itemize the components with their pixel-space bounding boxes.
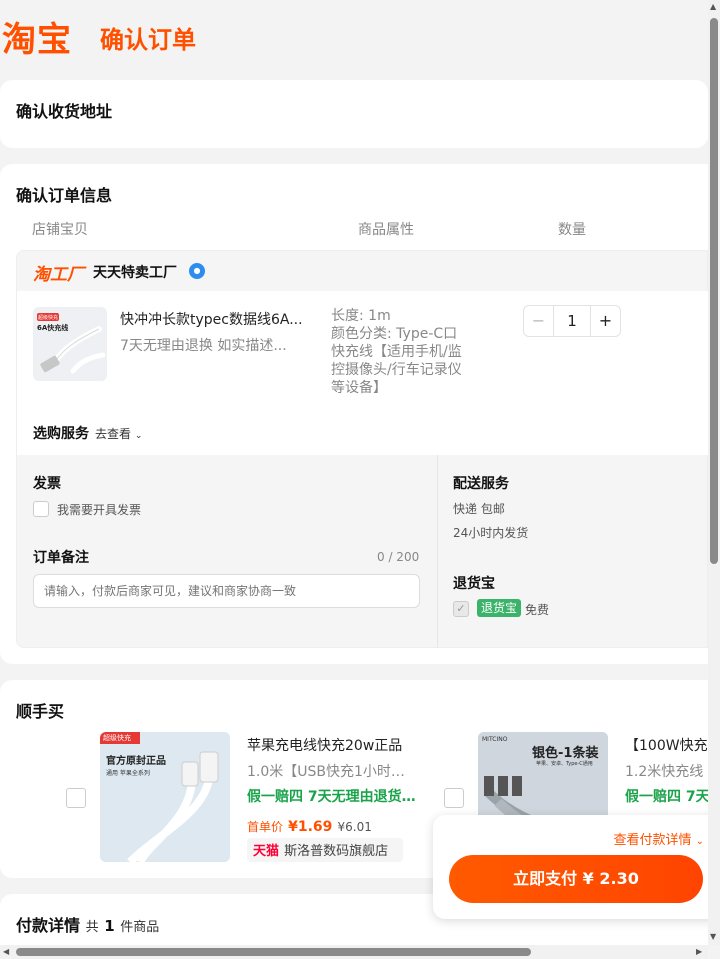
- attr-color: 颜色分类: Type-C口快充线【适用手机/监控摄像头/行车记录仪等设备】: [331, 326, 462, 396]
- item-title[interactable]: 快冲冲长款typec数据线6A...: [120, 309, 305, 329]
- recommend-title-2[interactable]: 【100W快充: [625, 735, 708, 755]
- page-title: 确认订单: [100, 26, 196, 54]
- payment-count-prefix: 共: [85, 920, 99, 935]
- address-title: 确认收货地址: [16, 102, 113, 121]
- quantity-value[interactable]: 1: [554, 306, 590, 336]
- header: 淘宝 确认订单: [0, 0, 708, 80]
- item-row: 超级快充 6A快充线 快冲冲长款typec数据线6A... 7天无理由退换 如实…: [16, 291, 708, 455]
- payment-title: 付款详情: [16, 916, 81, 935]
- address-card: 确认收货地址: [0, 80, 708, 148]
- scroll-up-icon[interactable]: ▲: [710, 2, 716, 12]
- delivery-time: 24小时内发货: [453, 526, 529, 540]
- return-title: 退货宝: [453, 576, 495, 592]
- recommend-title-1[interactable]: 苹果充电线快充20w正品: [247, 735, 402, 755]
- thumb-badge: 超级快充: [38, 315, 59, 321]
- attr-length: 长度: 1m: [331, 308, 391, 324]
- note-title: 订单备注: [33, 550, 89, 566]
- rec1-badge: 超级快充: [103, 734, 131, 742]
- recommend-thumb-1[interactable]: 超级快充 官方原封正品 通用 苹果全系列: [100, 732, 230, 862]
- vertical-scrollbar[interactable]: ▲ ▼: [708, 0, 720, 945]
- pay-detail-link[interactable]: 查看付款详情 ⌄: [613, 829, 704, 848]
- recommend-promo-1: 假一赔四 7天无理由退货...: [247, 789, 417, 805]
- price-label: 首单价: [247, 820, 284, 834]
- delivery-title: 配送服务: [453, 476, 509, 492]
- recommend-promo-2: 假一赔四 7天: [625, 789, 708, 805]
- horizontal-scrollbar[interactable]: ◀ ▶: [0, 945, 708, 959]
- return-badge: 退货宝: [477, 599, 522, 617]
- recommend-sub-1: 1.0米【USB快充1小时充...: [247, 764, 417, 780]
- chevron-down-icon: ⌄: [134, 431, 143, 441]
- pay-detail-text: 查看付款详情: [613, 833, 692, 848]
- order-card: 确认订单信息 店铺宝贝 商品属性 数量 淘工厂 天天特卖工厂 ● 超级快充 6A…: [0, 164, 708, 664]
- payment-count: 1: [104, 917, 115, 935]
- shop-bar: 淘工厂 天天特卖工厂 ●: [16, 250, 708, 291]
- chat-icon[interactable]: ●: [189, 263, 205, 279]
- scroll-left-icon[interactable]: ◀: [3, 947, 9, 957]
- invoice-checkbox[interactable]: [33, 501, 49, 517]
- order-title: 确认订单信息: [16, 186, 113, 205]
- service-link-text: 去查看: [95, 427, 132, 441]
- item-attributes: 长度: 1m 颜色分类: Type-C口快充线【适用手机/监控摄像头/行车记录仪…: [331, 307, 471, 397]
- divider: [437, 455, 438, 647]
- payment-count-suffix: 件商品: [120, 920, 160, 935]
- taobao-logo[interactable]: 淘宝: [2, 20, 72, 60]
- pay-box: 查看付款详情 ⌄ 立即支付 ¥ 2.30: [433, 815, 720, 919]
- tmall-logo: 天猫: [253, 844, 280, 859]
- return-free: 免费: [525, 603, 550, 617]
- col-head-attr: 商品属性: [358, 222, 414, 238]
- col-head-shop: 店铺宝贝: [32, 222, 88, 238]
- col-head-qty: 数量: [558, 222, 586, 238]
- recommend-checkbox-1[interactable]: [66, 788, 86, 808]
- rec1-caption: 官方原封正品: [106, 756, 166, 767]
- rec2-brand: MITCINO: [482, 736, 508, 743]
- note-counter: 0 / 200: [377, 550, 420, 564]
- recommend-title: 顺手买: [16, 702, 65, 721]
- recommend-sub-2: 1.2米快充线: [625, 764, 704, 780]
- price-value: ¥1.69: [288, 819, 333, 835]
- scroll-right-icon[interactable]: ▶: [696, 947, 702, 957]
- quantity-stepper: − 1 +: [523, 305, 621, 337]
- chevron-down-icon: ⌄: [695, 836, 704, 847]
- note-input[interactable]: [33, 574, 420, 608]
- shop-name[interactable]: 天天特卖工厂: [93, 262, 177, 282]
- store-name: 斯洛普数码旗舰店: [284, 844, 389, 859]
- product-thumbnail[interactable]: 超级快充 6A快充线: [33, 307, 107, 381]
- recommend-price-1: 首单价 ¥1.69 ¥6.01: [247, 816, 372, 835]
- recommend-checkbox-2[interactable]: [444, 788, 464, 808]
- increment-button[interactable]: +: [590, 306, 620, 336]
- horizontal-scroll-thumb[interactable]: [16, 948, 531, 956]
- invoice-checkbox-label: 我需要开具发票: [57, 503, 142, 517]
- rec2-caption: 银色-1条装: [532, 746, 599, 761]
- original-price: ¥6.01: [337, 820, 372, 834]
- vertical-scroll-thumb[interactable]: [710, 18, 718, 564]
- service-link[interactable]: 去查看 ⌄: [95, 425, 142, 442]
- rec2-tags: 苹果、安卓、Type-C通用: [536, 761, 593, 767]
- rec1-tags: 通用 苹果全系列: [106, 770, 150, 777]
- thumb-text: 6A快充线: [37, 324, 69, 332]
- scroll-down-icon[interactable]: ▼: [710, 932, 716, 942]
- decrement-button[interactable]: −: [524, 306, 554, 336]
- delivery-method: 快递 包邮: [453, 502, 505, 516]
- order-extras: 发票 我需要开具发票 订单备注 0 / 200 配送服务 快递 包邮 24小时内…: [16, 455, 708, 648]
- return-checkbox[interactable]: ✓: [453, 601, 469, 617]
- invoice-title: 发票: [33, 476, 61, 492]
- taogongchang-logo: 淘工厂: [33, 265, 84, 285]
- recommend-store-1[interactable]: 天猫 斯洛普数码旗舰店: [247, 838, 403, 862]
- payment-title-row: 付款详情 共 1 件商品: [16, 912, 159, 936]
- service-label: 选购服务: [33, 426, 89, 442]
- item-subtitle: 7天无理由退换 如实描述...: [120, 338, 287, 354]
- pay-now-button[interactable]: 立即支付 ¥ 2.30: [449, 855, 703, 903]
